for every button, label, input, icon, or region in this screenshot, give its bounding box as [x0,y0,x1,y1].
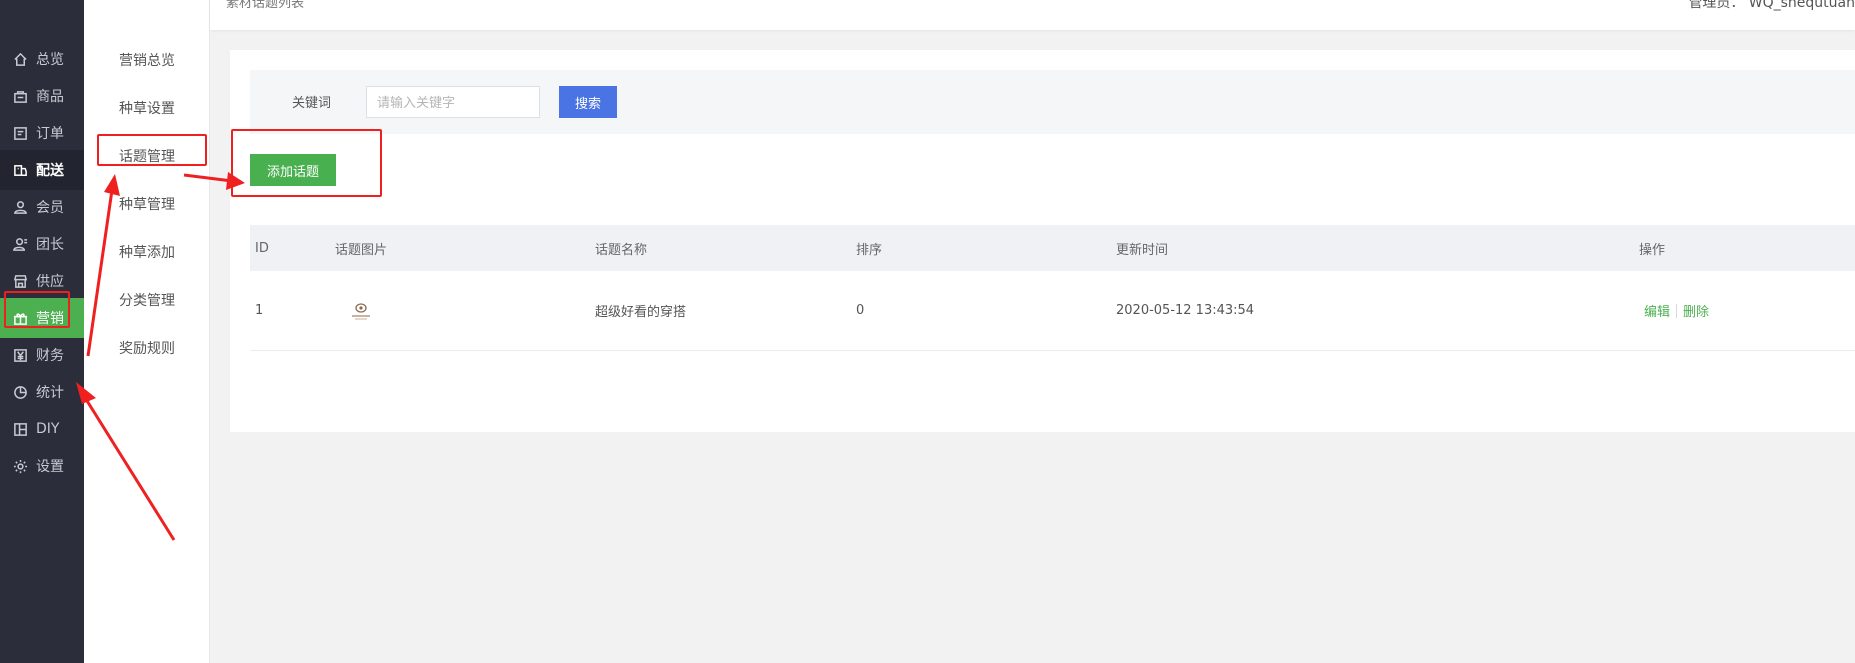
keyword-label: 关键词 [292,96,332,111]
column-header-updated: 更新时间 [1116,242,1169,258]
cell-image [347,271,375,350]
order-icon [12,125,28,141]
sidebar-item-stats[interactable]: 统计 [0,372,84,412]
action-divider [1676,303,1678,318]
submenu-item-grass-settings[interactable]: 种草设置 [84,90,210,126]
add-topic-button[interactable]: 添加话题 [250,154,336,186]
breadcrumb: 素材话题列表 [226,0,305,11]
sidebar-item-label: 会员 [36,200,64,216]
column-header-name: 话题名称 [595,242,648,258]
submenu-item-category-management[interactable]: 分类管理 [84,282,210,318]
layout-icon [12,421,28,437]
sidebar-item-leader[interactable]: 团长 [0,224,84,264]
submenu-item-marketing-overview[interactable]: 营销总览 [84,42,210,78]
home-icon [12,51,28,67]
pie-chart-icon [12,384,28,400]
sidebar-item-label: DIY [36,421,60,437]
gift-icon [12,310,28,326]
submenu-item-reward-rules[interactable]: 奖励规则 [84,330,210,366]
sidebar-item-diy[interactable]: DIY [0,409,84,449]
gear-icon [12,458,28,474]
sidebar-item-label: 财务 [36,348,64,364]
cell-name: 超级好看的穿搭 [595,305,687,320]
table-header: ID 话题图片 话题名称 排序 更新时间 操作 [250,225,1855,271]
sidebar-item-label: 供应 [36,274,64,290]
sidebar-item-label: 团长 [36,237,64,253]
search-button[interactable]: 搜索 [559,86,617,118]
sidebar-item-supply[interactable]: 供应 [0,261,84,301]
sidebar-item-label: 商品 [36,89,64,105]
column-header-id: ID [255,240,269,256]
sidebar-item-settings[interactable]: 设置 [0,446,84,486]
sidebar-item-goods[interactable]: 商品 [0,76,84,116]
main-sidebar: 总览 商品 订单 配送 会员 团长 供应 营销 财务 统计 DIY 设置 [0,0,84,663]
edit-link[interactable]: 编辑 [1644,301,1670,320]
sidebar-item-label: 总览 [36,52,64,68]
top-header: 素材话题列表 管理员： WQ_shequtuan [210,0,1855,30]
admin-label: 管理员： WQ_shequtuan [1688,0,1855,11]
sidebar-item-label: 营销 [36,311,64,327]
finance-icon [12,347,28,363]
search-bar: 关键词 搜索 [250,70,1855,134]
sidebar-item-delivery[interactable]: 配送 [0,150,84,190]
sidebar-item-label: 配送 [36,163,64,179]
marketing-submenu: 营销总览 种草设置 话题管理 种草管理 种草添加 分类管理 奖励规则 [84,0,210,663]
cell-actions: 编辑 删除 [1644,271,1709,350]
delivery-icon [12,162,28,178]
cell-sort: 0 [856,303,865,318]
sidebar-item-member[interactable]: 会员 [0,187,84,227]
sidebar-item-label: 统计 [36,385,64,401]
cell-updated: 2020-05-12 13:43:54 [1116,303,1255,318]
column-header-sort: 排序 [856,242,883,258]
column-header-actions: 操作 [1639,242,1666,258]
sidebar-item-label: 设置 [36,459,64,475]
topic-table: ID 话题图片 话题名称 排序 更新时间 操作 1 超级好看的穿搭 0 2020… [250,225,1855,351]
submenu-item-topic-management[interactable]: 话题管理 [84,138,210,174]
sidebar-item-finance[interactable]: 财务 [0,335,84,375]
content-panel: 关键词 搜索 添加话题 ID 话题图片 话题名称 排序 更新时间 操作 1 [230,50,1855,432]
submenu-item-grass-management[interactable]: 种草管理 [84,186,210,222]
table-row: 1 超级好看的穿搭 0 2020-05-12 13:43:54 编辑 删除 [250,271,1855,351]
keyword-search-input[interactable] [366,86,540,118]
submenu-item-grass-add[interactable]: 种草添加 [84,234,210,270]
sidebar-item-orders[interactable]: 订单 [0,113,84,153]
member-icon [12,199,28,215]
sidebar-item-marketing[interactable]: 营销 [0,298,84,338]
sidebar-item-overview[interactable]: 总览 [0,39,84,79]
topic-thumbnail-image [347,297,375,325]
column-header-image: 话题图片 [335,242,388,258]
goods-icon [12,88,28,104]
supply-icon [12,273,28,289]
cell-id: 1 [255,303,264,318]
delete-link[interactable]: 删除 [1683,301,1709,320]
leader-icon [12,236,28,252]
sidebar-item-label: 订单 [36,126,64,142]
